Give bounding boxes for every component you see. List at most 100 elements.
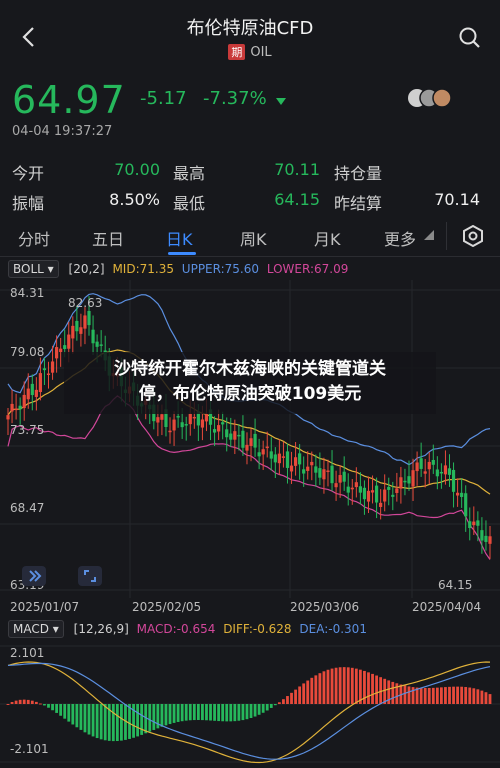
candle-body	[273, 454, 277, 463]
macd-axis-bottom: -2.101	[10, 742, 49, 756]
candle-body	[269, 451, 273, 459]
macd-histogram-bar	[302, 683, 306, 704]
candle-body	[261, 449, 265, 455]
macd-selector[interactable]: MACD ▾	[8, 620, 64, 638]
macd-histogram-bar	[225, 704, 229, 722]
boll-mid: MID:71.35	[112, 262, 174, 276]
macd-histogram-bar	[391, 681, 395, 704]
candle-body	[350, 487, 354, 490]
macd-histogram-bar	[452, 686, 455, 704]
macd-indicator-bar: MACD ▾ [12,26,9] MACD:-0.654 DIFF:-0.628…	[8, 620, 367, 638]
candle-body	[455, 492, 460, 496]
macd-histogram-bar	[265, 704, 269, 711]
fullscreen-icon[interactable]	[78, 566, 102, 586]
candle-body	[370, 490, 375, 493]
macd-histogram-bar	[164, 704, 168, 726]
candle-body	[395, 488, 399, 493]
candle-body	[419, 458, 423, 469]
candle-body	[415, 462, 419, 472]
candle-body	[346, 486, 350, 493]
news-headline-banner[interactable]: 沙特统开霍尔木兹海峡的关键管道关 停，布伦特原油突破109美元	[64, 352, 436, 414]
candle-body	[293, 457, 298, 466]
tab-intraday[interactable]: 分时	[18, 226, 50, 250]
macd-histogram-bar	[358, 669, 362, 704]
macd-chart[interactable]	[0, 640, 500, 768]
macd-histogram-bar	[213, 704, 216, 721]
candle-body	[176, 416, 180, 418]
macd-histogram-bar	[334, 667, 338, 704]
candle-body	[200, 419, 205, 428]
candle-body	[30, 383, 34, 396]
macd-histogram-bar	[282, 699, 285, 704]
macd-histogram-bar	[63, 704, 67, 719]
search-icon[interactable]	[458, 26, 482, 50]
macd-histogram-bar	[427, 687, 431, 704]
price-change: -5.17	[140, 88, 187, 109]
candlestick-chart[interactable]	[0, 280, 500, 598]
tab-monthly-k[interactable]: 月K	[314, 226, 341, 250]
macd-histogram-bar	[55, 704, 59, 713]
macd-histogram-bar	[367, 672, 370, 704]
macd-histogram-bar	[407, 686, 411, 704]
date-axis-label: 2025/02/05	[132, 600, 202, 614]
macd-histogram-bar	[439, 687, 443, 704]
candle-body	[298, 453, 302, 465]
candle-body	[50, 361, 55, 373]
tab-weekly-k[interactable]: 周K	[240, 226, 267, 250]
macd-histogram-bar	[201, 704, 204, 721]
boll-indicator-bar: BOLL ▾ [20,2] MID:71.35 UPPER:75.60 LOWE…	[8, 260, 348, 278]
macd-histogram-bar	[269, 704, 273, 708]
macd-histogram-bar	[6, 704, 10, 705]
macd-param: [12,26,9]	[73, 622, 129, 636]
macd-histogram-bar	[99, 704, 103, 740]
candle-body	[423, 471, 427, 474]
macd-histogram-bar	[43, 704, 46, 706]
macd-histogram-bar	[290, 692, 293, 704]
candle-body	[6, 415, 10, 420]
candle-body	[439, 471, 443, 474]
candle-body	[172, 419, 176, 431]
candle-body	[334, 483, 338, 488]
max-price-marker: 82.63	[68, 296, 103, 310]
boll-upper: UPPER:75.60	[181, 262, 259, 276]
price-axis-label: 68.47	[10, 501, 45, 515]
boll-selector[interactable]: BOLL ▾	[8, 260, 59, 278]
macd-histogram-bar	[488, 694, 492, 704]
candle-body	[407, 476, 411, 484]
candle-body	[225, 429, 229, 438]
macd-histogram-bar	[71, 704, 75, 725]
macd-histogram-bar	[257, 704, 261, 715]
macd-histogram-bar	[480, 690, 484, 704]
macd-histogram-bar	[423, 687, 427, 704]
high-value: 70.11	[274, 160, 320, 179]
candle-body	[427, 461, 431, 470]
collapse-icon[interactable]	[22, 566, 46, 586]
date-axis-label: 2025/03/06	[290, 600, 360, 614]
macd-histogram-bar	[172, 704, 176, 723]
candle-body	[204, 414, 209, 422]
avatar-group-icon[interactable]	[406, 87, 458, 109]
candle-body	[99, 344, 103, 346]
candle-body	[285, 451, 290, 468]
candle-body	[451, 469, 456, 492]
candle-body	[87, 310, 91, 326]
settings-icon[interactable]	[462, 225, 484, 247]
dea-value: DEA:-0.301	[299, 622, 367, 636]
headline-line-2: 停，布伦特原油突破109美元	[138, 384, 362, 404]
candle-body	[289, 465, 294, 472]
candle-body	[460, 492, 464, 497]
candle-body	[318, 468, 322, 478]
macd-histogram-bar	[286, 696, 289, 704]
candle-body	[358, 486, 362, 493]
prev-settle-label: 昨结算	[334, 194, 383, 213]
candle-body	[83, 315, 87, 329]
macd-histogram-bar	[261, 704, 265, 713]
tab-daily-k[interactable]: 日K	[166, 226, 193, 250]
candle-body	[383, 489, 387, 502]
open-interest-label: 持仓量	[334, 164, 383, 183]
tab-divider	[446, 222, 447, 250]
macd-histogram-bar	[217, 704, 221, 722]
tab-more[interactable]: 更多	[384, 226, 416, 250]
tab-five-day[interactable]: 五日	[92, 226, 124, 250]
candle-body	[10, 403, 14, 412]
